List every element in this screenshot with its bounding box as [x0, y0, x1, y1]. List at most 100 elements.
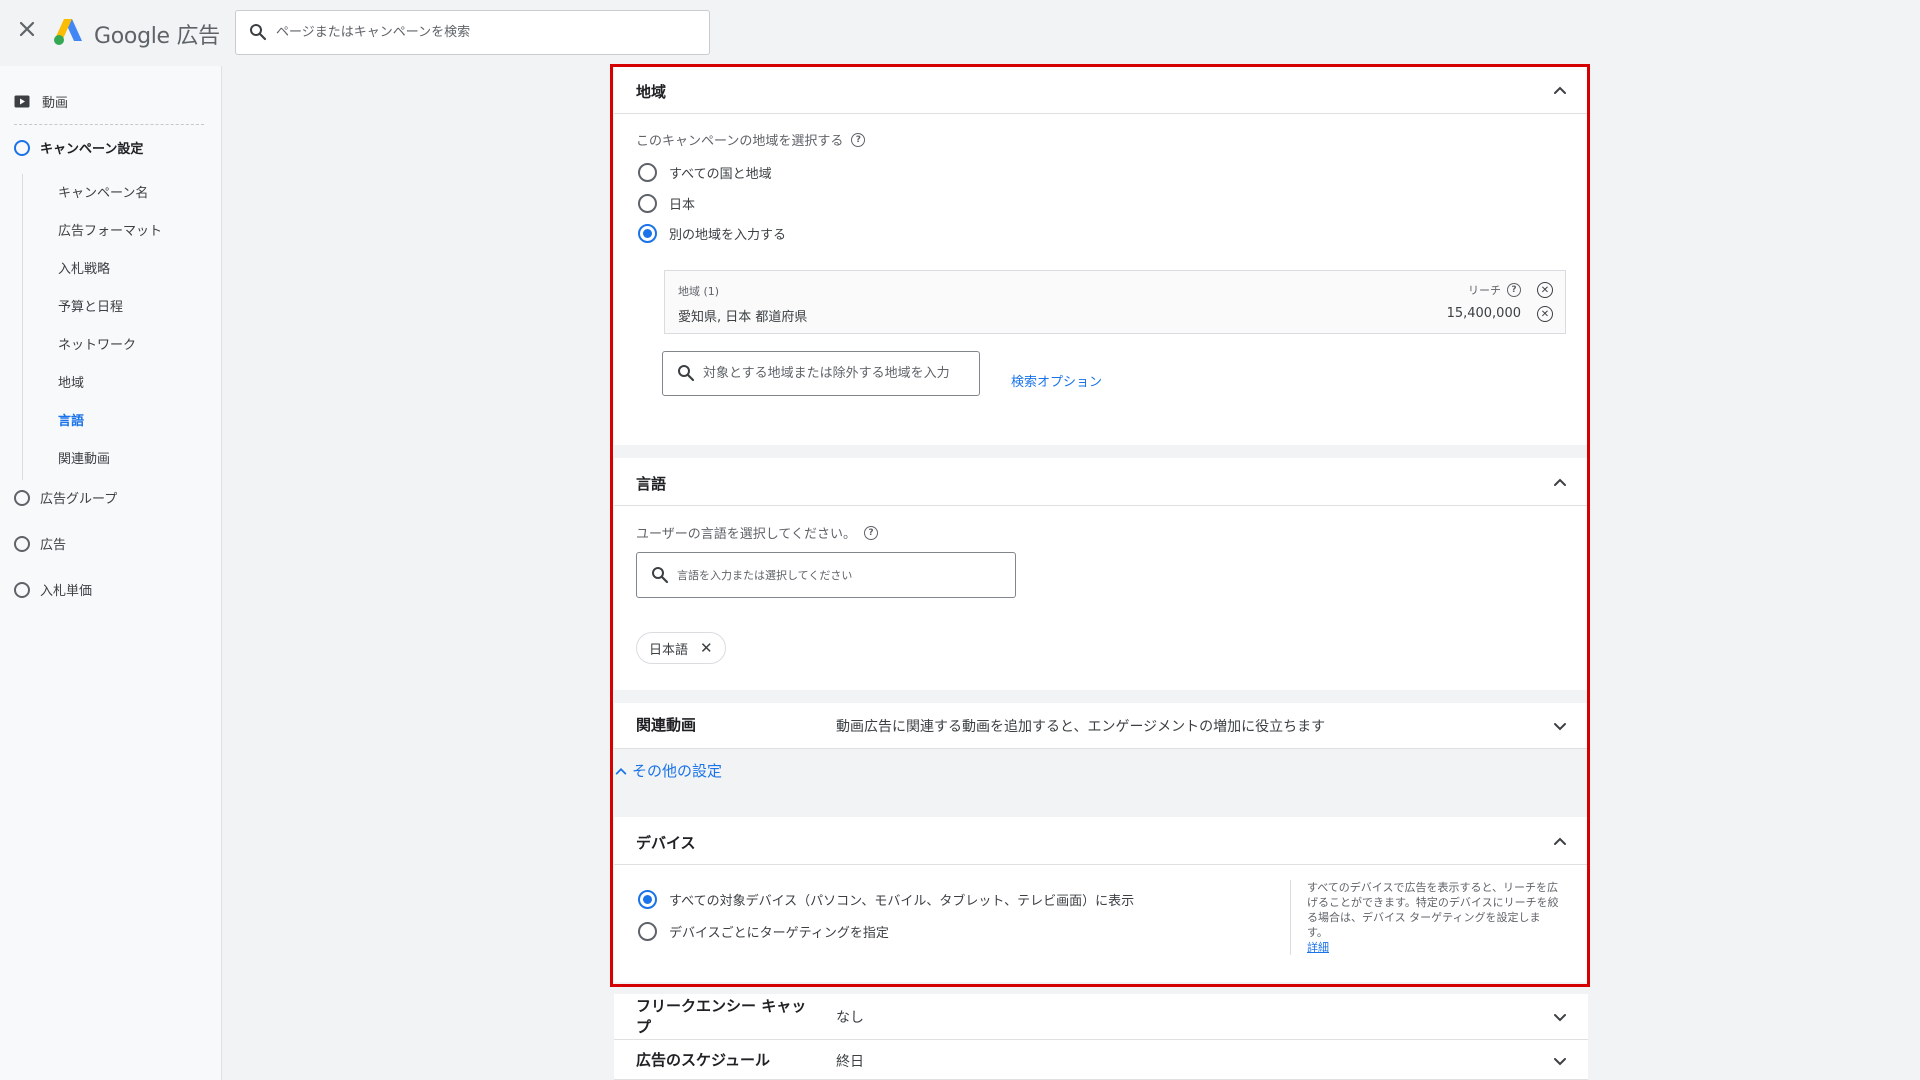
sidebar-item-label: 動画 — [42, 96, 69, 111]
device-option-custom[interactable]: デバイスごとにターゲティングを指定 — [638, 922, 889, 941]
help-icon[interactable]: ? — [863, 525, 878, 540]
device-option-all[interactable]: すべての対象デバイス（パソコン、モバイル、タブレット、テレビ画面）に表示 — [638, 890, 1134, 909]
chip-label: 日本語 — [649, 642, 689, 658]
global-search[interactable] — [235, 10, 710, 55]
close-button[interactable] — [16, 18, 38, 40]
sidebar-item-video[interactable]: 動画 — [14, 92, 68, 111]
other-settings-link[interactable]: その他の設定 — [632, 760, 722, 781]
google-ads-logo-icon — [54, 19, 82, 45]
sidebar-sub-budget[interactable]: 予算と日程 — [58, 296, 123, 315]
location-option-japan[interactable]: 日本 — [638, 194, 695, 213]
location-panel: 地域 このキャンペーンの地域を選択する ? すべての国と地域 日本 別の地域を入… — [614, 66, 1588, 445]
radio-label: すべての対象デバイス（パソコン、モバイル、タブレット、テレビ画面）に表示 — [669, 894, 1135, 909]
sidebar: 動画 キャンペーン設定 キャンペーン名 広告フォーマット 入札戦略 予算と日程 … — [0, 66, 222, 1080]
close-icon — [19, 21, 35, 37]
location-option-custom[interactable]: 別の地域を入力する — [638, 224, 786, 243]
sidebar-step-campaign-settings[interactable]: キャンペーン設定 — [14, 138, 143, 157]
devices-note-text: すべてのデバイスで広告を表示すると、リーチを広げることができます。特定のデバイス… — [1307, 881, 1559, 939]
location-item-reach: 15,400,000 — [1446, 306, 1521, 321]
remove-location-icon[interactable]: ✕ — [1537, 306, 1553, 322]
location-search-field[interactable] — [662, 351, 980, 396]
sidebar-step-ad[interactable]: 広告 — [14, 534, 66, 553]
other-settings-toggle[interactable]: その他の設定 — [614, 760, 722, 781]
sidebar-sub-related-videos[interactable]: 関連動画 — [58, 448, 110, 467]
panel-title: 地域 — [636, 83, 667, 101]
sidebar-item-label: 広告グループ — [40, 492, 118, 507]
chevron-up-icon[interactable] — [1552, 82, 1568, 98]
sidebar-item-label: 入札単価 — [40, 584, 93, 599]
radio-button[interactable] — [638, 163, 657, 182]
chevron-up-icon — [615, 767, 627, 774]
sidebar-divider — [14, 124, 204, 125]
devices-help-note: すべてのデバイスで広告を表示すると、リーチを広げることができます。特定のデバイス… — [1290, 880, 1560, 955]
brand-name: Google 広告 — [94, 24, 220, 49]
location-item-name: 愛知県, 日本 都道府県 — [678, 310, 808, 325]
search-options-link[interactable]: 検索オプション — [1011, 371, 1102, 390]
details-link[interactable]: 詳細 — [1307, 940, 1560, 955]
remove-all-icon[interactable]: ✕ — [1537, 282, 1553, 298]
language-prompt: ユーザーの言語を選択してください。 ? — [636, 523, 878, 542]
radio-button[interactable] — [638, 922, 657, 941]
row-title: 関連動画 — [636, 716, 697, 734]
chevron-down-icon[interactable] — [1552, 718, 1568, 734]
row-value: なし — [836, 1010, 864, 1026]
row-title: フリークエンシー キャップ — [636, 997, 807, 1036]
related-videos-row[interactable]: 関連動画 動画広告に関連する動画を追加すると、エンゲージメントの増加に役立ちます — [614, 703, 1588, 749]
help-icon[interactable]: ? — [1507, 283, 1521, 297]
ad-schedule-row[interactable]: 広告のスケジュール 終日 — [614, 1040, 1588, 1080]
sidebar-sub-campaign-name[interactable]: キャンペーン名 — [58, 182, 148, 201]
frequency-cap-row[interactable]: フリークエンシー キャップ なし — [614, 994, 1588, 1040]
location-search-input[interactable] — [703, 352, 973, 395]
language-panel: 言語 ユーザーの言語を選択してください。 ? 日本語 ✕ — [614, 458, 1588, 690]
row-description: 動画広告に関連する動画を追加すると、エンゲージメントの増加に役立ちます — [836, 719, 1326, 735]
devices-body: すべての対象デバイス（パソコン、モバイル、タブレット、テレビ画面）に表示 デバイ… — [614, 865, 1588, 982]
sidebar-sub-network[interactable]: ネットワーク — [58, 334, 136, 353]
help-icon[interactable]: ? — [851, 132, 866, 147]
radio-button-selected[interactable] — [638, 890, 657, 909]
search-icon — [678, 365, 695, 382]
location-count: 地域 (1) — [678, 285, 720, 298]
chevron-up-icon[interactable] — [1552, 474, 1568, 490]
reach-header: リーチ ? — [1468, 282, 1521, 298]
radio-label: すべての国と地域 — [669, 167, 772, 182]
language-search-field[interactable] — [636, 552, 1016, 598]
step-circle-icon — [14, 139, 30, 156]
remove-chip-icon[interactable]: ✕ — [700, 639, 713, 657]
step-circle-icon — [14, 489, 30, 506]
search-icon — [250, 24, 267, 41]
radio-label: デバイスごとにターゲティングを指定 — [669, 926, 889, 941]
reach-label: リーチ — [1468, 284, 1501, 297]
radio-label: 日本 — [669, 198, 696, 213]
row-title: 広告のスケジュール — [636, 1051, 770, 1069]
location-prompt-text: このキャンペーンの地域を選択する — [636, 134, 844, 149]
sidebar-item-label: 広告 — [40, 538, 67, 553]
row-value: 終日 — [836, 1054, 864, 1070]
language-panel-header[interactable]: 言語 — [614, 458, 1588, 506]
language-search-input[interactable] — [677, 553, 1007, 597]
sidebar-connector — [22, 174, 23, 480]
top-bar: Google 広告 — [0, 0, 1920, 66]
devices-panel-header[interactable]: デバイス — [614, 817, 1588, 865]
panel-title: 言語 — [636, 475, 667, 493]
sidebar-item-label: キャンペーン設定 — [40, 142, 144, 157]
chevron-up-icon[interactable] — [1552, 833, 1568, 849]
radio-button[interactable] — [638, 194, 657, 213]
location-panel-header[interactable]: 地域 — [614, 66, 1588, 114]
selected-locations-box: 地域 (1) リーチ ? ✕ 愛知県, 日本 都道府県 15,400,000 ✕ — [664, 270, 1566, 334]
devices-panel: デバイス すべての対象デバイス（パソコン、モバイル、タブレット、テレビ画面）に表… — [614, 817, 1588, 982]
panel-title: デバイス — [636, 834, 696, 852]
sidebar-sub-location[interactable]: 地域 — [58, 372, 84, 391]
location-option-all[interactable]: すべての国と地域 — [638, 163, 772, 182]
sidebar-sub-language[interactable]: 言語 — [58, 410, 84, 429]
sidebar-sub-bid-strategy[interactable]: 入札戦略 — [58, 258, 110, 277]
step-circle-icon — [14, 535, 30, 552]
chevron-down-icon[interactable] — [1552, 1053, 1568, 1069]
video-icon — [14, 95, 30, 108]
sidebar-sub-ad-format[interactable]: 広告フォーマット — [58, 220, 162, 239]
sidebar-step-bid[interactable]: 入札単価 — [14, 580, 92, 599]
language-prompt-text: ユーザーの言語を選択してください。 — [636, 527, 856, 542]
global-search-input[interactable] — [276, 11, 696, 54]
radio-button-selected[interactable] — [638, 224, 657, 243]
sidebar-step-ad-group[interactable]: 広告グループ — [14, 488, 117, 507]
chevron-down-icon[interactable] — [1552, 1009, 1568, 1025]
